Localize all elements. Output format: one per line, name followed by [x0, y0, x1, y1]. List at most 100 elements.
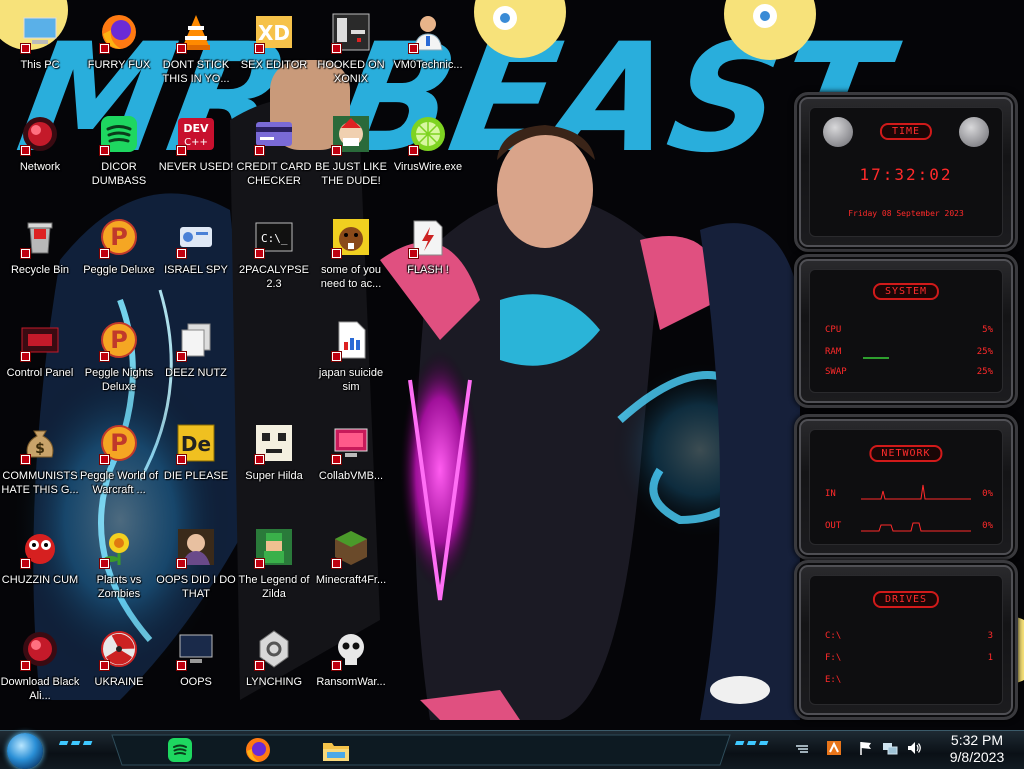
desktop-icon-label: OOPS DID I DO THAT: [156, 574, 236, 600]
desktop-icon-label: Peggle Nights Deluxe: [84, 367, 154, 393]
network-in-value: 0%: [982, 489, 993, 499]
xd-editor-icon: XD: [252, 10, 296, 54]
svg-text:P: P: [110, 223, 128, 251]
desktop-icon[interactable]: HOOKED ON XONIX: [311, 6, 391, 102]
desktop-icon-label: COMMUNISTS HATE THIS G...: [1, 470, 79, 496]
chuzzle-icon: [18, 525, 62, 569]
desktop-icon[interactable]: FLASH !: [388, 211, 468, 307]
desktop-icon[interactable]: Control Panel: [0, 314, 80, 410]
xonix-icon: [329, 10, 373, 54]
show-hidden-icons-icon[interactable]: [794, 740, 810, 756]
desktop-icon[interactable]: Minecraft4Fr...: [311, 521, 391, 617]
shortcut-arrow-icon: [254, 248, 265, 259]
network-status-icon[interactable]: [882, 740, 898, 756]
radiation-icon: [97, 627, 141, 671]
shortcut-arrow-icon: [254, 145, 265, 156]
swap-label: SWAP: [825, 367, 847, 377]
desktop-icon[interactable]: The Legend of Zilda: [234, 521, 314, 617]
shortcut-arrow-icon: [176, 558, 187, 569]
desktop-icon[interactable]: P Peggle Deluxe: [79, 211, 159, 307]
desktop-icon[interactable]: DONT STICK THIS IN YO...: [156, 6, 236, 102]
firefox-icon: [246, 738, 270, 762]
desktop-icon[interactable]: OOPS: [156, 623, 236, 719]
drives-gadget[interactable]: DRIVES C:\ 3 F:\ 1 E:\: [794, 560, 1018, 720]
taskbar-firefox-button[interactable]: [236, 734, 280, 766]
spotify-icon: [97, 112, 141, 156]
desktop-icon[interactable]: Super Hilda: [234, 417, 314, 513]
desktop-icon[interactable]: DEEZ NUTZ: [156, 314, 236, 410]
system-gadget-title: SYSTEM: [872, 283, 940, 300]
desktop-icon[interactable]: ISRAEL SPY: [156, 211, 236, 307]
desktop-icon-label: ISRAEL SPY: [164, 264, 228, 276]
clock-time: 5:32 PM: [950, 732, 1004, 748]
time-gadget[interactable]: TIME 17:32:02 Friday 08 September 2023: [794, 92, 1018, 252]
desktop-icon[interactable]: CollabVMB...: [311, 417, 391, 513]
desktop-icon[interactable]: Plants vs Zombies: [79, 521, 159, 617]
desktop-icon[interactable]: LYNCHING: [234, 623, 314, 719]
svg-text:$: $: [35, 441, 45, 457]
svg-text:C:\_: C:\_: [261, 232, 288, 245]
cpu-label: CPU: [825, 325, 842, 335]
shortcut-arrow-icon: [20, 43, 31, 54]
minecraft-icon: [329, 525, 373, 569]
desktop-icon[interactable]: BE JUST LIKE THE DUDE!: [311, 108, 391, 204]
action-center-flag-icon[interactable]: [858, 740, 874, 756]
desktop-icon[interactable]: Download Black Ali...: [0, 623, 80, 719]
desktop-icon[interactable]: CHUZZIN CUM: [0, 521, 80, 617]
desktop-icon-label: LYNCHING: [245, 676, 303, 688]
taskbar-clock[interactable]: 5:32 PM 9/8/2023: [934, 732, 1020, 766]
shortcut-arrow-icon: [99, 454, 110, 465]
desktop-icon-label: CREDIT CARD CHECKER: [236, 161, 312, 187]
desktop-icon[interactable]: some of you need to ac...: [311, 211, 391, 307]
start-button[interactable]: [7, 733, 43, 769]
desktop-icon[interactable]: $ COMMUNISTS HATE THIS G...: [0, 417, 80, 513]
desktop-icon[interactable]: P Peggle World of Warcraft ...: [79, 417, 159, 513]
network-gadget[interactable]: NETWORK IN 0% OUT 0%: [794, 414, 1018, 560]
desktop-icon[interactable]: japan suicide sim: [311, 314, 391, 410]
desktop-icon-label: Recycle Bin: [10, 264, 70, 276]
svg-text:P: P: [110, 429, 128, 457]
spy-icon: [174, 215, 218, 259]
shortcut-arrow-icon: [99, 558, 110, 569]
desktop-icon-label: Super Hilda: [245, 470, 303, 482]
shortcut-arrow-icon: [331, 454, 342, 465]
tray-app-icon[interactable]: [826, 740, 842, 756]
shortcut-arrow-icon: [20, 351, 31, 362]
shortcut-arrow-icon: [176, 660, 187, 671]
system-gadget[interactable]: SYSTEM CPU 5% RAM 25% SWAP 25%: [794, 254, 1018, 408]
shortcut-arrow-icon: [99, 660, 110, 671]
desktop-icon[interactable]: DEV C++ NEVER USED!: [156, 108, 236, 204]
desktop-icon[interactable]: OOPS DID I DO THAT: [156, 521, 236, 617]
skull-icon: [329, 627, 373, 671]
desktop-icon[interactable]: RansomWar...: [311, 623, 391, 719]
alien-head-left-icon: [823, 117, 853, 147]
desktop-icon[interactable]: VM0Technic...: [388, 6, 468, 102]
taskbar-spotify-button[interactable]: [158, 734, 202, 766]
desktop-icon[interactable]: XD SEX EDITOR: [234, 6, 314, 102]
desktop-icon[interactable]: Recycle Bin: [0, 211, 80, 307]
desktop-icon[interactable]: CREDIT CARD CHECKER: [234, 108, 314, 204]
ram-meter: [863, 357, 889, 359]
desktop-icon[interactable]: This PC: [0, 6, 80, 102]
shortcut-arrow-icon: [254, 43, 265, 54]
network-in-label: IN: [825, 489, 836, 499]
desktop-icon[interactable]: C:\_ 2PACALYPSE 2.3: [234, 211, 314, 307]
desktop-icon[interactable]: De DIE PLEASE: [156, 417, 236, 513]
svg-text:P: P: [110, 326, 128, 354]
desktop-icon-label: DICOR DUMBASS: [91, 161, 147, 187]
desktop-icon[interactable]: DICOR DUMBASS: [79, 108, 159, 204]
desktop-icon[interactable]: UKRAINE: [79, 623, 159, 719]
network-out-value: 0%: [982, 521, 993, 531]
desktop-icon[interactable]: P Peggle Nights Deluxe: [79, 314, 159, 410]
desktop-icon[interactable]: Network: [0, 108, 80, 204]
shortcut-arrow-icon: [20, 145, 31, 156]
taskbar-file-explorer-button[interactable]: [314, 734, 358, 766]
desktop-icon-label: Network: [19, 161, 61, 173]
volume-icon[interactable]: [906, 740, 922, 756]
desktop-icon[interactable]: VirusWire.exe: [388, 108, 468, 204]
drives-gadget-title: DRIVES: [872, 591, 940, 608]
terminal-icon: C:\_: [252, 215, 296, 259]
desktop-icon-label: RansomWar...: [316, 676, 386, 688]
firefox-icon: [97, 10, 141, 54]
desktop-icon[interactable]: FURRY FUX: [79, 6, 159, 102]
